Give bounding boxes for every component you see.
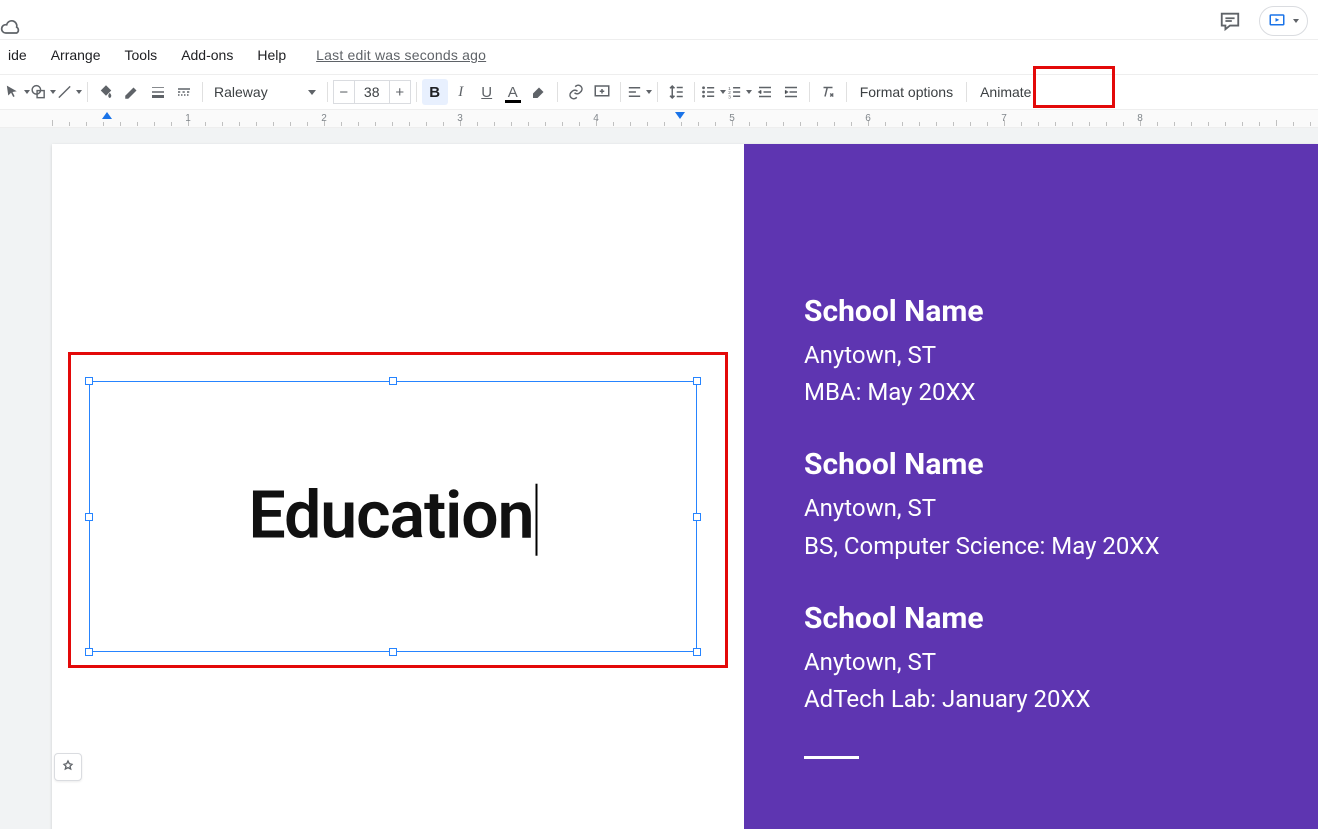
ruler-number: 4 <box>593 113 599 124</box>
canvas[interactable]: School Name Anytown, ST MBA: May 20XX Sc… <box>0 128 1318 829</box>
font-size-decrease[interactable]: − <box>333 80 355 104</box>
border-color-button[interactable] <box>119 79 145 105</box>
ruler-left-indent[interactable] <box>102 112 112 119</box>
ruler[interactable]: 1 2 3 4 5 6 7 8 <box>0 110 1318 128</box>
text-color-button[interactable]: A <box>500 79 526 105</box>
ruler-number: 1 <box>185 113 191 124</box>
indent-increase-button[interactable] <box>778 79 804 105</box>
font-size-input[interactable] <box>355 80 389 104</box>
chevron-down-icon <box>76 90 82 94</box>
present-button[interactable] <box>1259 6 1308 36</box>
separator <box>202 82 203 102</box>
separator <box>846 82 847 102</box>
indent-decrease-button[interactable] <box>752 79 778 105</box>
shape-tool[interactable] <box>30 79 56 105</box>
toolbar: Raleway − + B I U A 123 <box>0 74 1318 110</box>
separator <box>809 82 810 102</box>
select-tool[interactable] <box>4 79 30 105</box>
last-edit-link[interactable]: Last edit was seconds ago <box>316 47 486 63</box>
align-button[interactable] <box>626 79 652 105</box>
saved-icon <box>0 18 20 34</box>
divider <box>804 756 859 759</box>
school-detail: MBA: May 20XX <box>804 374 1263 411</box>
separator <box>416 82 417 102</box>
ruler-number: 8 <box>1137 113 1143 124</box>
text-caret <box>536 484 538 556</box>
numbered-list-button[interactable]: 123 <box>726 79 752 105</box>
animate-button[interactable]: Animate <box>972 79 1039 105</box>
resize-handle[interactable] <box>693 377 701 385</box>
insert-link-button[interactable] <box>563 79 589 105</box>
education-item: School Name Anytown, ST BS, Computer Sci… <box>804 447 1263 564</box>
separator <box>620 82 621 102</box>
ruler-right-indent[interactable] <box>675 112 685 119</box>
line-spacing-button[interactable] <box>663 79 689 105</box>
chevron-down-icon <box>308 90 316 95</box>
chevron-down-icon <box>746 90 752 94</box>
add-comment-button[interactable] <box>589 79 615 105</box>
explore-button[interactable] <box>54 753 82 781</box>
resize-handle[interactable] <box>693 648 701 656</box>
title-bar <box>0 0 1318 40</box>
fill-color-button[interactable] <box>93 79 119 105</box>
title-text-box[interactable]: Education <box>89 381 697 652</box>
separator <box>557 82 558 102</box>
separator <box>87 82 88 102</box>
resize-handle[interactable] <box>85 513 93 521</box>
chevron-down-icon <box>646 90 652 94</box>
ruler-number: 5 <box>729 113 735 124</box>
title-text-value: Education <box>248 477 533 554</box>
border-dash-button[interactable] <box>171 79 197 105</box>
italic-button[interactable]: I <box>448 79 474 105</box>
menu-arrange[interactable]: Arrange <box>47 45 105 65</box>
separator <box>694 82 695 102</box>
svg-text:3: 3 <box>728 94 731 100</box>
education-item: School Name Anytown, ST AdTech Lab: Janu… <box>804 601 1263 718</box>
comments-icon[interactable] <box>1219 10 1241 32</box>
school-location: Anytown, ST <box>804 644 1263 681</box>
ruler-number: 6 <box>865 113 871 124</box>
resize-handle[interactable] <box>693 513 701 521</box>
slide[interactable]: School Name Anytown, ST MBA: May 20XX Sc… <box>52 144 1318 829</box>
education-details-panel[interactable]: School Name Anytown, ST MBA: May 20XX Sc… <box>744 144 1318 829</box>
education-item: School Name Anytown, ST MBA: May 20XX <box>804 294 1263 411</box>
font-family-label: Raleway <box>214 84 268 100</box>
resize-handle[interactable] <box>85 377 93 385</box>
separator <box>657 82 658 102</box>
school-name: School Name <box>804 294 1263 329</box>
separator <box>966 82 967 102</box>
school-location: Anytown, ST <box>804 337 1263 374</box>
school-name: School Name <box>804 447 1263 482</box>
resize-handle[interactable] <box>85 648 93 656</box>
bulleted-list-button[interactable] <box>700 79 726 105</box>
resize-handle[interactable] <box>389 648 397 656</box>
format-options-button[interactable]: Format options <box>852 79 961 105</box>
title-text[interactable]: Education <box>248 477 537 556</box>
school-detail: BS, Computer Science: May 20XX <box>804 528 1263 565</box>
line-tool[interactable] <box>56 79 82 105</box>
highlight-color-button[interactable] <box>526 79 552 105</box>
font-family-select[interactable]: Raleway <box>208 84 322 100</box>
chevron-down-icon <box>1293 19 1299 23</box>
school-name: School Name <box>804 601 1263 636</box>
menu-bar: ide Arrange Tools Add-ons Help Last edit… <box>0 40 1318 70</box>
border-weight-button[interactable] <box>145 79 171 105</box>
menu-help[interactable]: Help <box>253 45 290 65</box>
school-location: Anytown, ST <box>804 490 1263 527</box>
ruler-number: 2 <box>321 113 327 124</box>
bold-button[interactable]: B <box>422 79 448 105</box>
school-detail: AdTech Lab: January 20XX <box>804 681 1263 718</box>
menu-addons[interactable]: Add-ons <box>177 45 237 65</box>
separator <box>327 82 328 102</box>
menu-slide[interactable]: ide <box>4 45 31 65</box>
menu-tools[interactable]: Tools <box>121 45 162 65</box>
clear-formatting-button[interactable] <box>815 79 841 105</box>
ruler-number: 7 <box>1001 113 1007 124</box>
font-size-increase[interactable]: + <box>389 80 411 104</box>
resize-handle[interactable] <box>389 377 397 385</box>
ruler-number: 3 <box>457 113 463 124</box>
underline-button[interactable]: U <box>474 79 500 105</box>
